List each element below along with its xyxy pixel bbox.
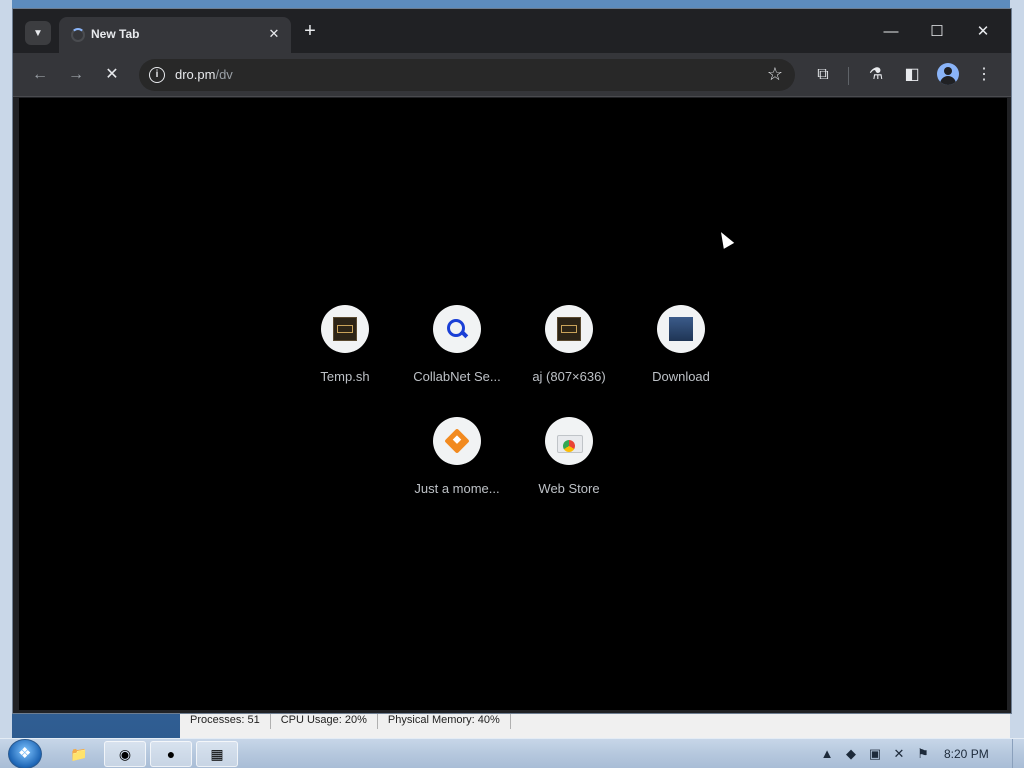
site-info-icon[interactable]: i xyxy=(149,67,165,83)
physical-memory: Physical Memory: 40% xyxy=(378,713,511,729)
tab-title: New Tab xyxy=(91,27,140,41)
labs-flask-icon[interactable]: ⚗ xyxy=(864,63,888,87)
tab-search-button[interactable]: ▼ xyxy=(25,21,51,45)
shortcut-label: Web Store xyxy=(538,481,600,496)
shortcut-tile[interactable]: aj (807×636) xyxy=(513,305,625,401)
shortcut-tile[interactable]: Download xyxy=(625,305,737,401)
loading-spinner-icon xyxy=(71,28,85,42)
maximize-button[interactable]: ☐ xyxy=(922,21,952,43)
tray-app-icon[interactable]: ◆ xyxy=(842,745,860,763)
start-button[interactable] xyxy=(8,739,42,768)
image-favicon-icon xyxy=(557,317,581,341)
shortcut-label: CollabNet Se... xyxy=(413,369,501,384)
url-text[interactable]: dro.pm/dv xyxy=(175,67,233,82)
shortcut-icon-circle xyxy=(545,305,593,353)
desktop-background-left xyxy=(0,0,12,740)
shortcut-tile[interactable]: CollabNet Se... xyxy=(401,305,513,401)
search-favicon-icon xyxy=(446,318,468,340)
shortcut-label: Download xyxy=(652,369,710,384)
toolbar-separator xyxy=(848,67,849,85)
shortcut-tile[interactable]: Web Store xyxy=(513,417,625,513)
url-host: dro.pm xyxy=(175,67,216,82)
temp-sh-favicon-icon xyxy=(333,317,357,341)
menu-kebab-icon[interactable]: ⋮ xyxy=(972,63,996,87)
bookmark-star-icon[interactable]: ☆ xyxy=(767,64,783,85)
shortcut-tile[interactable]: Just a mome... xyxy=(401,417,513,513)
tray-expand-icon[interactable]: ▲ xyxy=(818,745,836,763)
url-path: /dv xyxy=(215,67,233,82)
browser-window: ▼ New Tab ✕ + — ☐ ✕ ← → ✕ i dro.pm/dv ☆ … xyxy=(12,8,1012,714)
desktop-background-right xyxy=(1010,0,1024,740)
back-arrow-icon[interactable]: ← xyxy=(28,63,52,87)
shortcut-tile[interactable]: Temp.sh xyxy=(289,305,401,401)
action-center-flag-icon[interactable]: ⚑ xyxy=(914,745,932,763)
shortcut-icon-circle xyxy=(433,305,481,353)
new-tab-page: Temp.sh CollabNet Se... aj (807×636) Dow… xyxy=(19,98,1007,710)
processes-count: Processes: 51 xyxy=(180,713,271,729)
task-manager-status-bar: Processes: 51 CPU Usage: 20% Physical Me… xyxy=(180,710,1010,738)
firefox-taskbar-icon[interactable]: ● xyxy=(150,741,192,767)
chevron-down-icon: ▼ xyxy=(33,27,43,39)
stop-loading-icon[interactable]: ✕ xyxy=(100,63,124,87)
diamond-favicon-icon xyxy=(444,428,470,454)
shortcut-label: aj (807×636) xyxy=(532,369,606,384)
tab-new-tab[interactable]: New Tab ✕ xyxy=(59,17,291,53)
title-bar: ▼ New Tab ✕ + — ☐ ✕ xyxy=(13,9,1011,53)
web-store-favicon-icon xyxy=(557,431,583,453)
close-window-button[interactable]: ✕ xyxy=(968,21,998,43)
profile-avatar-icon[interactable] xyxy=(937,63,959,85)
shortcut-icon-circle xyxy=(657,305,705,353)
shortcut-icon-circle xyxy=(545,417,593,465)
side-panel-icon[interactable]: ◧ xyxy=(900,63,924,87)
windows-taskbar: 📁 ◉ ● ▦ ▲ ◆ ▣ ✕ ⚑ 8:20 PM xyxy=(0,738,1024,768)
download-favicon-icon xyxy=(669,317,693,341)
volume-muted-icon[interactable]: ✕ xyxy=(890,745,908,763)
forward-arrow-icon[interactable]: → xyxy=(64,63,88,87)
shortcut-icon-circle xyxy=(321,305,369,353)
task-manager-taskbar-icon[interactable]: ▦ xyxy=(196,741,238,767)
cpu-usage: CPU Usage: 20% xyxy=(271,713,378,729)
chrome-taskbar-icon[interactable]: ◉ xyxy=(104,741,146,767)
show-desktop-button[interactable] xyxy=(1012,739,1024,768)
address-bar[interactable]: i dro.pm/dv ☆ xyxy=(139,59,795,91)
network-icon[interactable]: ▣ xyxy=(866,745,884,763)
shortcut-label: Temp.sh xyxy=(320,369,370,384)
extensions-puzzle-icon[interactable]: ⧉ xyxy=(811,63,835,87)
new-tab-button[interactable]: + xyxy=(299,21,321,43)
close-tab-icon[interactable]: ✕ xyxy=(265,25,283,43)
shortcut-label: Just a mome... xyxy=(414,481,500,496)
browser-toolbar: ← → ✕ i dro.pm/dv ☆ ⧉ ⚗ ◧ ⋮ xyxy=(13,53,1011,97)
taskbar-clock[interactable]: 8:20 PM xyxy=(944,747,989,761)
shortcut-icon-circle xyxy=(433,417,481,465)
mouse-pointer-icon xyxy=(715,229,735,249)
minimize-button[interactable]: — xyxy=(876,21,906,43)
explorer-folder-icon[interactable]: 📁 xyxy=(58,741,100,767)
